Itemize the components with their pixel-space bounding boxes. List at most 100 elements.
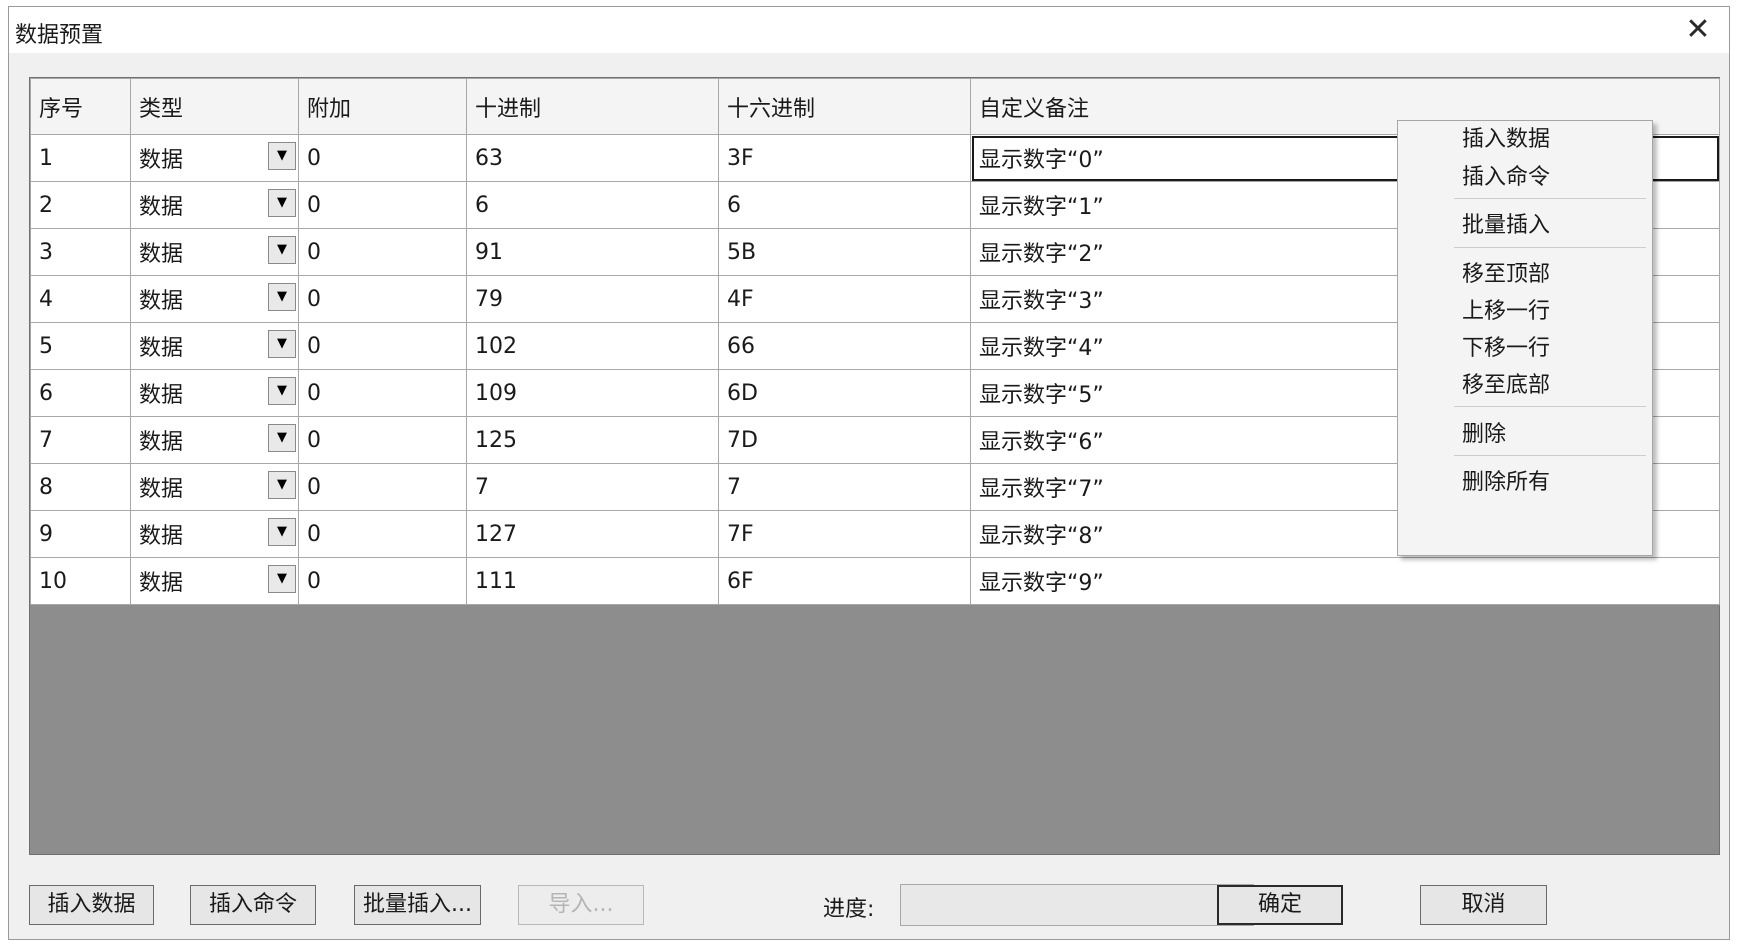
cell-decimal[interactable]: 6 — [466, 181, 719, 229]
cell-extra[interactable]: 0 — [298, 181, 467, 229]
dropdown-arrow-icon[interactable]: ▼ — [268, 142, 296, 170]
context-menu-item[interactable]: 移至底部 — [1462, 367, 1550, 399]
cell-decimal-text: 63 — [475, 145, 503, 171]
cell-note-text: 显示数字“2” — [979, 242, 1104, 267]
cell-note[interactable]: 显示数字“9” — [970, 557, 1720, 605]
dropdown-arrow-icon[interactable]: ▼ — [268, 189, 296, 217]
cell-extra[interactable]: 0 — [298, 463, 467, 511]
cell-seq-text: 3 — [39, 239, 53, 265]
batch-insert-button[interactable]: 批量插入... — [354, 885, 481, 925]
context-menu-item[interactable]: 批量插入 — [1462, 207, 1550, 239]
cell-type[interactable]: 数据 ▼ — [130, 416, 299, 464]
cell-decimal[interactable]: 109 — [466, 369, 719, 417]
header-seq[interactable]: 序号 — [30, 78, 131, 135]
cell-seq: 8 — [30, 463, 131, 511]
cancel-button[interactable]: 取消 — [1420, 885, 1547, 925]
cell-extra[interactable]: 0 — [298, 228, 467, 276]
context-menu-item[interactable]: 下移一行 — [1462, 330, 1550, 362]
progress-bar — [900, 884, 1254, 926]
cell-type[interactable]: 数据 ▼ — [130, 181, 299, 229]
cell-seq-text: 6 — [39, 380, 53, 406]
cell-extra[interactable]: 0 — [298, 369, 467, 417]
cell-decimal[interactable]: 91 — [466, 228, 719, 276]
dropdown-arrow-icon[interactable]: ▼ — [268, 518, 296, 546]
cell-note-text: 显示数字“4” — [979, 336, 1104, 361]
context-menu-item[interactable]: 插入数据 — [1462, 121, 1550, 153]
cell-extra[interactable]: 0 — [298, 416, 467, 464]
cell-hex-text: 7F — [727, 521, 754, 547]
header-hex[interactable]: 十六进制 — [718, 78, 971, 135]
dropdown-arrow-icon[interactable]: ▼ — [268, 330, 296, 358]
context-menu: 插入数据插入命令批量插入移至顶部上移一行下移一行移至底部删除删除所有 — [1397, 120, 1653, 556]
insert-command-button[interactable]: 插入命令 — [190, 885, 316, 925]
cell-seq-text: 7 — [39, 427, 53, 453]
cell-type-text: 数据 — [139, 242, 184, 267]
cell-extra-text: 0 — [307, 568, 321, 594]
cell-type[interactable]: 数据 ▼ — [130, 275, 299, 323]
header-type[interactable]: 类型 — [130, 78, 299, 135]
cell-extra[interactable]: 0 — [298, 510, 467, 558]
cell-hex[interactable]: 4F — [718, 275, 971, 323]
cell-extra[interactable]: 0 — [298, 134, 467, 182]
cell-hex[interactable]: 7 — [718, 463, 971, 511]
cell-extra[interactable]: 0 — [298, 322, 467, 370]
cell-extra-text: 0 — [307, 474, 321, 500]
cell-decimal[interactable]: 102 — [466, 322, 719, 370]
cell-decimal[interactable]: 7 — [466, 463, 719, 511]
cell-decimal[interactable]: 79 — [466, 275, 719, 323]
cell-hex[interactable]: 6F — [718, 557, 971, 605]
cell-extra[interactable]: 0 — [298, 275, 467, 323]
cell-decimal-text: 125 — [475, 427, 517, 453]
cell-hex[interactable]: 5B — [718, 228, 971, 276]
cell-type-text: 数据 — [139, 430, 184, 455]
cell-type[interactable]: 数据 ▼ — [130, 228, 299, 276]
cell-hex-text: 6F — [727, 568, 754, 594]
header-decimal[interactable]: 十进制 — [466, 78, 719, 135]
cell-extra[interactable]: 0 — [298, 557, 467, 605]
context-menu-separator — [1454, 455, 1646, 456]
cell-hex[interactable]: 7D — [718, 416, 971, 464]
cell-decimal-text: 6 — [475, 192, 489, 218]
close-icon[interactable]: ✕ — [1681, 13, 1715, 47]
dropdown-arrow-icon[interactable]: ▼ — [268, 283, 296, 311]
dropdown-arrow-icon[interactable]: ▼ — [268, 424, 296, 452]
import-button[interactable]: 导入... — [518, 885, 644, 925]
context-menu-item[interactable]: 删除所有 — [1462, 464, 1550, 496]
data-preset-dialog: 数据预置 ✕ 序号 类型 附加 十进制 十六进制 自定义备注 1 数据 ▼ 0 63 3F… — [8, 6, 1730, 940]
cell-seq: 1 — [30, 134, 131, 182]
cell-hex[interactable]: 6D — [718, 369, 971, 417]
cell-hex[interactable]: 66 — [718, 322, 971, 370]
cell-hex[interactable]: 6 — [718, 181, 971, 229]
dropdown-arrow-icon[interactable]: ▼ — [268, 236, 296, 264]
context-menu-item[interactable]: 上移一行 — [1462, 293, 1550, 325]
cell-seq-text: 5 — [39, 333, 53, 359]
cell-hex[interactable]: 7F — [718, 510, 971, 558]
dropdown-arrow-icon[interactable]: ▼ — [268, 377, 296, 405]
cell-type[interactable]: 数据 ▼ — [130, 369, 299, 417]
cell-decimal[interactable]: 111 — [466, 557, 719, 605]
cell-seq: 10 — [30, 557, 131, 605]
cell-decimal[interactable]: 125 — [466, 416, 719, 464]
context-menu-item[interactable]: 移至顶部 — [1462, 256, 1550, 288]
context-menu-item[interactable]: 插入命令 — [1462, 159, 1550, 191]
insert-data-button[interactable]: 插入数据 — [29, 885, 154, 925]
cell-seq-text: 10 — [39, 568, 67, 594]
cell-type[interactable]: 数据 ▼ — [130, 134, 299, 182]
cell-type[interactable]: 数据 ▼ — [130, 510, 299, 558]
header-extra[interactable]: 附加 — [298, 78, 467, 135]
dropdown-arrow-icon[interactable]: ▼ — [268, 565, 296, 593]
dropdown-arrow-icon[interactable]: ▼ — [268, 471, 296, 499]
cell-hex[interactable]: 3F — [718, 134, 971, 182]
ok-button[interactable]: 确定 — [1217, 885, 1343, 925]
cell-decimal[interactable]: 63 — [466, 134, 719, 182]
context-menu-item[interactable]: 删除 — [1462, 416, 1506, 448]
cell-note-text: 显示数字“8” — [979, 524, 1104, 549]
cell-note-text: 显示数字“9” — [979, 571, 1104, 596]
cell-type[interactable]: 数据 ▼ — [130, 557, 299, 605]
cell-decimal[interactable]: 127 — [466, 510, 719, 558]
cell-type[interactable]: 数据 ▼ — [130, 463, 299, 511]
cell-type[interactable]: 数据 ▼ — [130, 322, 299, 370]
cell-extra-text: 0 — [307, 192, 321, 218]
table-row[interactable]: 10 数据 ▼ 0 111 6F 显示数字“9” — [30, 557, 1720, 605]
cell-seq: 3 — [30, 228, 131, 276]
